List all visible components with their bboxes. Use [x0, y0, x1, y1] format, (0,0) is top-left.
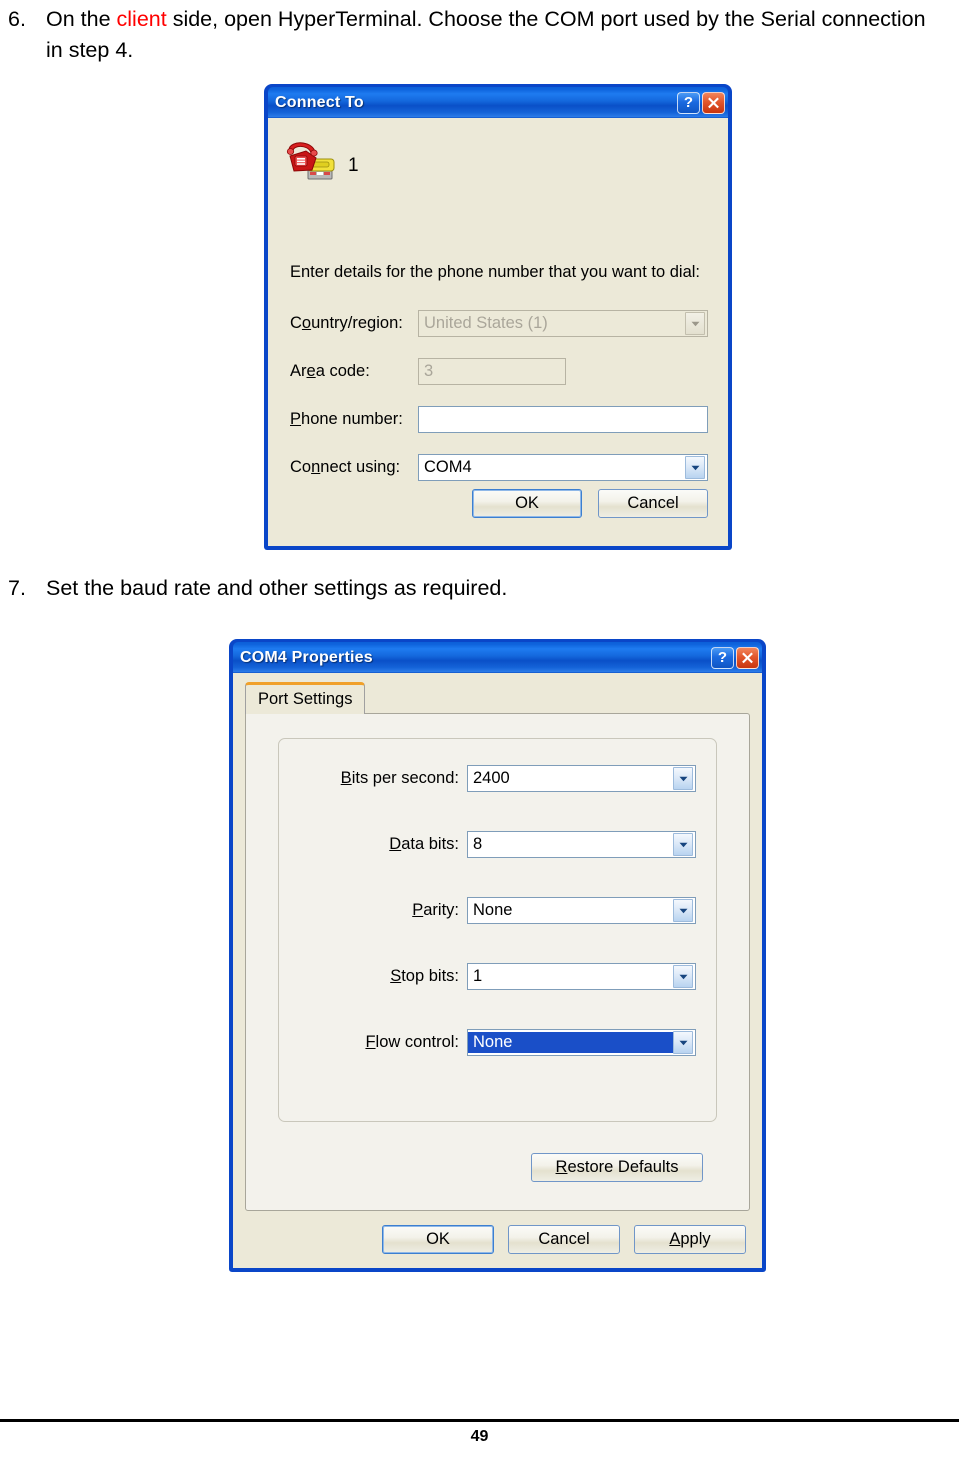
field-data-bits: Data bits: 8	[299, 831, 696, 858]
help-icon[interactable]: ?	[677, 91, 700, 114]
page-number: 49	[470, 1428, 489, 1445]
step-6-text: On the client side, open HyperTerminal. …	[46, 4, 943, 66]
chevron-down-icon[interactable]	[673, 767, 693, 790]
step-7-number: 7.	[8, 576, 26, 600]
area-code-label: Area code:	[290, 362, 370, 380]
connect-using-combobox[interactable]: COM4	[418, 454, 708, 481]
flow-control-value: None	[468, 1031, 673, 1054]
field-connect-using: Connect using: COM4	[290, 454, 714, 481]
footer-divider	[0, 1419, 959, 1422]
com4-properties-titlebar-buttons: ?	[711, 646, 759, 669]
com4-properties-client-area: Port Settings Bits per second: 2400 Data…	[233, 673, 762, 1268]
field-area-code: Area code: 3	[290, 358, 714, 385]
country-region-value: United States (1)	[424, 315, 548, 332]
stop-bits-value: 1	[473, 968, 483, 985]
restore-defaults-row: Restore Defaults	[531, 1153, 703, 1182]
cancel-button[interactable]: Cancel	[508, 1225, 620, 1254]
com4-properties-titlebar[interactable]: COM4 Properties ?	[233, 642, 762, 673]
parity-combobox[interactable]: None	[467, 897, 696, 924]
connect-to-button-row: OK Cancel	[472, 489, 708, 518]
parity-label: Parity:	[412, 901, 459, 919]
phone-number-label: Phone number:	[290, 410, 403, 428]
com4-properties-dialog[interactable]: COM4 Properties ? Port Settings Bits per…	[229, 639, 766, 1272]
step-6-text-before: On the	[46, 7, 117, 31]
field-bits-per-second: Bits per second: 2400	[299, 765, 696, 792]
port-settings-groupbox: Bits per second: 2400 Data bits: 8 Parit…	[278, 738, 717, 1122]
chevron-down-icon[interactable]	[685, 456, 705, 479]
bits-per-second-value: 2400	[473, 770, 510, 787]
field-stop-bits: Stop bits: 1	[299, 963, 696, 990]
data-bits-value: 8	[473, 836, 483, 853]
step-7-text: Set the baud rate and other settings as …	[46, 576, 508, 600]
connect-to-title: Connect To	[275, 93, 364, 111]
connect-to-titlebar[interactable]: Connect To ?	[268, 87, 728, 118]
ok-button[interactable]: OK	[382, 1225, 494, 1254]
chevron-down-icon[interactable]	[673, 899, 693, 922]
connection-identity: 1	[286, 140, 359, 191]
restore-defaults-button[interactable]: Restore Defaults	[531, 1153, 703, 1182]
step-6-highlight-client: client	[116, 7, 167, 31]
tabpage-port-settings: Bits per second: 2400 Data bits: 8 Parit…	[245, 713, 750, 1211]
data-bits-label: Data bits:	[389, 835, 459, 853]
stop-bits-combobox[interactable]: 1	[467, 963, 696, 990]
port-settings-fields: Bits per second: 2400 Data bits: 8 Parit…	[299, 765, 696, 1056]
flow-control-label: Flow control:	[365, 1033, 459, 1051]
connect-using-value: COM4	[424, 459, 472, 476]
area-code-input[interactable]: 3	[418, 358, 566, 385]
chevron-down-icon[interactable]	[673, 833, 693, 856]
field-phone-number: Phone number:	[290, 406, 714, 433]
help-icon[interactable]: ?	[711, 646, 734, 669]
phone-number-input[interactable]	[418, 406, 708, 433]
country-region-label: Country/region:	[290, 314, 403, 332]
connect-to-client-area: 1 Enter details for the phone number tha…	[268, 118, 728, 546]
step-6-number: 6.	[8, 7, 26, 31]
com4-properties-button-row: OK Cancel Apply	[382, 1225, 746, 1254]
country-region-combobox[interactable]: United States (1)	[418, 310, 708, 337]
area-code-value: 3	[424, 363, 434, 380]
connect-to-dialog[interactable]: Connect To ? 1 Enter details for the pho…	[264, 84, 732, 550]
connect-using-label: Connect using:	[290, 458, 401, 476]
connect-to-fields: Country/region: United States (1) Area c…	[290, 310, 714, 502]
phone-modem-icon	[286, 140, 338, 191]
connect-to-prompt: Enter details for the phone number that …	[290, 263, 701, 281]
chevron-down-icon[interactable]	[685, 312, 705, 335]
connect-to-titlebar-buttons: ?	[677, 91, 725, 114]
step-6: 6. On the client side, open HyperTermina…	[8, 4, 943, 66]
connection-name: 1	[348, 154, 359, 176]
data-bits-combobox[interactable]: 8	[467, 831, 696, 858]
bits-per-second-combobox[interactable]: 2400	[467, 765, 696, 792]
close-icon[interactable]	[702, 91, 725, 114]
chevron-down-icon[interactable]	[673, 1031, 693, 1054]
chevron-down-icon[interactable]	[673, 965, 693, 988]
stop-bits-label: Stop bits:	[390, 967, 459, 985]
tab-port-settings[interactable]: Port Settings	[245, 682, 366, 714]
field-flow-control: Flow control: None	[299, 1029, 696, 1056]
com4-properties-title: COM4 Properties	[240, 648, 373, 666]
ok-button[interactable]: OK	[472, 489, 582, 518]
field-parity: Parity: None	[299, 897, 696, 924]
parity-value: None	[473, 902, 513, 919]
bits-per-second-label: Bits per second:	[340, 769, 459, 787]
close-icon[interactable]	[736, 646, 759, 669]
flow-control-combobox[interactable]: None	[467, 1029, 696, 1056]
step-6-text-after: side, open HyperTerminal. Choose the COM…	[46, 7, 926, 62]
field-country-region: Country/region: United States (1)	[290, 310, 714, 337]
apply-button[interactable]: Apply	[634, 1225, 746, 1254]
step-7: 7. Set the baud rate and other settings …	[8, 573, 943, 604]
cancel-button[interactable]: Cancel	[598, 489, 708, 518]
tabstrip: Port Settings	[245, 682, 750, 714]
